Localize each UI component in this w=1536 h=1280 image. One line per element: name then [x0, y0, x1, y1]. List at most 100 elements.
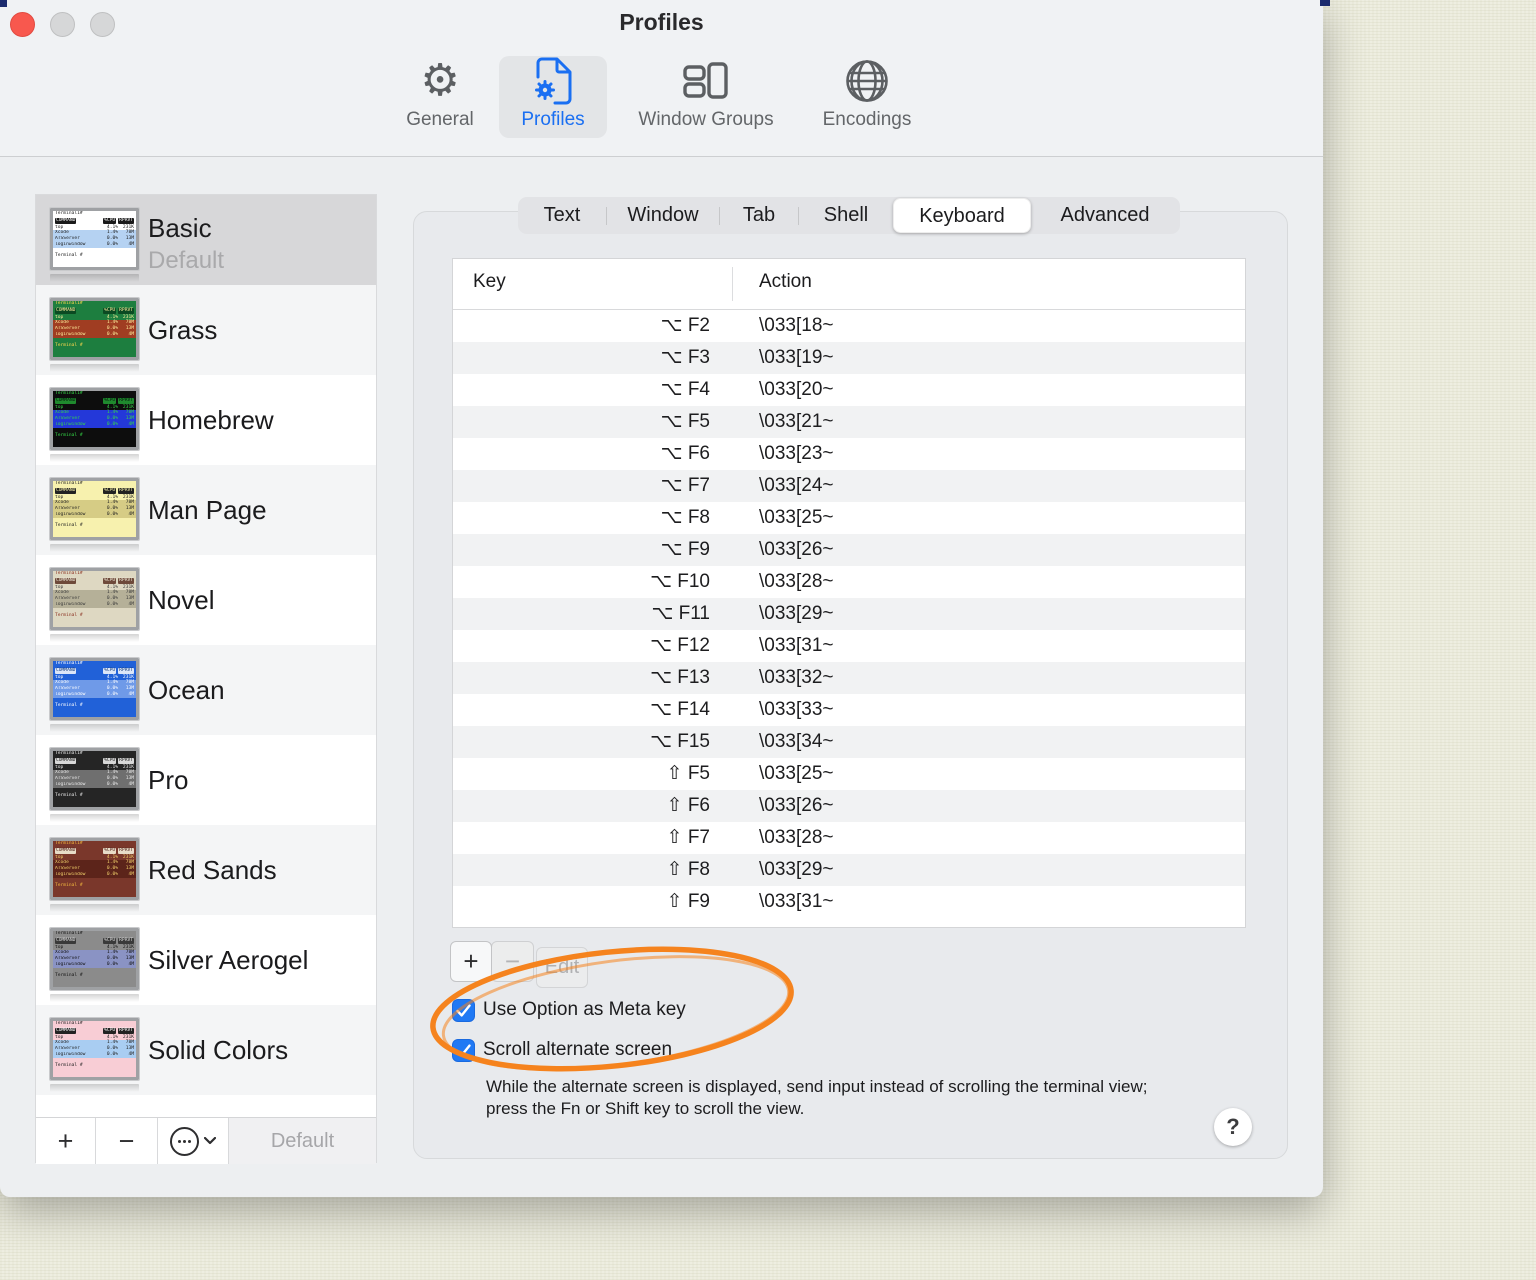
thumbnail-reflection: [50, 724, 139, 732]
thumbnail-reflection: [50, 814, 139, 822]
key-cell: ⌥ F14: [650, 699, 710, 720]
profile-row-ocean[interactable]: Terminal1# COMMAND %CPU RPRVT top 4.1% 231K Xco…: [36, 645, 376, 735]
column-header-key[interactable]: Key: [473, 271, 506, 293]
key-mapping-row[interactable]: ⌥ F8 \033[25~: [453, 502, 1245, 534]
profile-thumbnail: Terminal1# COMMAND %CPU RPRVT top 4.1% 231K Xco…: [49, 477, 140, 541]
profile-name: Pro: [148, 765, 189, 795]
key-cell: ⌥ F15: [650, 731, 710, 752]
key-cell: ⌥ F10: [650, 571, 710, 592]
key-mapping-row[interactable]: ⌥ F15 \033[34~: [453, 726, 1245, 758]
action-cell: \033[34~: [759, 731, 834, 752]
profile-actions-menu-button[interactable]: [158, 1118, 229, 1164]
key-cell: ⇧ F5: [666, 763, 710, 784]
thumbnail-reflection: [50, 544, 139, 552]
profile-row-homebrew[interactable]: Terminal1# COMMAND %CPU RPRVT top 4.1% 231K Xco…: [36, 375, 376, 465]
profile-tabs: Text Window Tab Shell Keyboard Advanced: [518, 197, 1180, 234]
key-mapping-row[interactable]: ⇧ F8 \033[29~: [453, 854, 1245, 886]
help-button[interactable]: ?: [1214, 1108, 1252, 1146]
tab-advanced[interactable]: Advanced: [1031, 197, 1179, 234]
profile-thumbnail: Terminal1# COMMAND %CPU RPRVT top 4.1% 231K Xco…: [49, 837, 140, 901]
action-cell: \033[28~: [759, 827, 834, 848]
thumbnail-reflection: [50, 634, 139, 642]
profile-thumbnail: Terminal1# COMMAND %CPU RPRVT top 4.1% 231K Xco…: [49, 747, 140, 811]
profile-thumbnail: Terminal1# COMMAND %CPU RPRVT top 4.1% 231K Xco…: [49, 297, 140, 361]
key-mapping-row[interactable]: ⌥ F6 \033[23~: [453, 438, 1245, 470]
tab-tab[interactable]: Tab: [720, 197, 798, 234]
tab-text[interactable]: Text: [518, 197, 606, 234]
key-mapping-row[interactable]: ⇧ F9 \033[31~: [453, 886, 1245, 918]
add-profile-button[interactable]: +: [36, 1118, 96, 1164]
action-cell: \033[19~: [759, 347, 834, 368]
key-mapping-row[interactable]: ⌥ F9 \033[26~: [453, 534, 1245, 566]
remove-key-button[interactable]: −: [491, 941, 534, 982]
profile-name: Man Page: [148, 495, 267, 525]
key-mapping-row[interactable]: ⇧ F7 \033[28~: [453, 822, 1245, 854]
profile-row-man-page[interactable]: Terminal1# COMMAND %CPU RPRVT top 4.1% 231K Xco…: [36, 465, 376, 555]
key-mapping-row[interactable]: ⌥ F10 \033[28~: [453, 566, 1245, 598]
profile-name: Novel: [148, 585, 215, 615]
tab-keyboard[interactable]: Keyboard: [893, 198, 1031, 233]
key-mapping-row[interactable]: ⌥ F3 \033[19~: [453, 342, 1245, 374]
toolbar-item-general[interactable]: ⚙ General: [395, 56, 485, 138]
profile-row-novel[interactable]: Terminal1# COMMAND %CPU RPRVT top 4.1% 231K Xco…: [36, 555, 376, 645]
window-title: Profiles: [619, 9, 704, 35]
profile-row-red-sands[interactable]: Terminal1# COMMAND %CPU RPRVT top 4.1% 231K Xco…: [36, 825, 376, 915]
edit-key-button[interactable]: Edit: [536, 947, 588, 988]
key-mappings-table[interactable]: Key Action ⌥ F2 \033[18~ ⌥ F3 \033[19~ ⌥ F4 \…: [452, 258, 1246, 928]
profile-thumbnail: Terminal1# COMMAND %CPU RPRVT top 4.1% 231K Xco…: [49, 657, 140, 721]
tab-shell[interactable]: Shell: [799, 197, 893, 234]
remove-profile-button[interactable]: −: [96, 1118, 158, 1164]
ellipsis-circle-icon: [170, 1126, 199, 1156]
add-key-button[interactable]: +: [450, 941, 492, 982]
key-mapping-row[interactable]: ⇧ F5 \033[25~: [453, 758, 1245, 790]
profile-row-pro[interactable]: Terminal1# COMMAND %CPU RPRVT top 4.1% 231K Xco…: [36, 735, 376, 825]
profile-thumbnail: Terminal1# COMMAND %CPU RPRVT top 4.1% 231K Xco…: [49, 387, 140, 451]
tab-window[interactable]: Window: [607, 197, 719, 234]
action-cell: \033[28~: [759, 571, 834, 592]
key-mapping-row[interactable]: ⌥ F12 \033[31~: [453, 630, 1245, 662]
action-cell: \033[20~: [759, 379, 834, 400]
toolbar-item-label: Encodings: [822, 109, 912, 130]
key-cell: ⌥ F7: [660, 475, 710, 496]
table-header: Key Action: [453, 259, 1245, 310]
globe-icon: [811, 56, 923, 106]
action-cell: \033[29~: [759, 603, 834, 624]
scroll-alternate-screen-checkbox-row[interactable]: Scroll alternate screen: [452, 1038, 672, 1062]
annotation-corner-mark: [0, 0, 7, 7]
key-cell: ⌥ F8: [660, 507, 710, 528]
column-header-action[interactable]: Action: [759, 271, 812, 293]
checkbox-checked-icon[interactable]: [452, 998, 475, 1022]
checkbox-checked-icon[interactable]: [452, 1038, 475, 1062]
profile-row-grass[interactable]: Terminal1# COMMAND %CPU RPRVT top 4.1% 231K Xco…: [36, 285, 376, 375]
action-cell: \033[24~: [759, 475, 834, 496]
toolbar-item-window-groups[interactable]: Window Groups: [625, 56, 787, 138]
checkbox-label: Scroll alternate screen: [483, 1039, 673, 1060]
set-default-button[interactable]: Default: [229, 1118, 376, 1164]
toolbar-item-label: Window Groups: [638, 109, 774, 130]
key-mapping-row[interactable]: ⌥ F13 \033[32~: [453, 662, 1245, 694]
key-mapping-row[interactable]: ⌥ F4 \033[20~: [453, 374, 1245, 406]
profile-list: Terminal1# COMMAND %CPU RPRVT top 4.1% 231K Xco…: [35, 194, 377, 1164]
profile-row-silver-aerogel[interactable]: Terminal1# COMMAND %CPU RPRVT top 4.1% 231K Xco…: [36, 915, 376, 1005]
key-cell: ⇧ F6: [666, 795, 710, 816]
thumbnail-reflection: [50, 364, 139, 372]
key-mapping-row[interactable]: ⌥ F2 \033[18~: [453, 310, 1245, 342]
key-mapping-row[interactable]: ⌥ F5 \033[21~: [453, 406, 1245, 438]
profile-thumbnail: Terminal1# COMMAND %CPU RPRVT top 4.1% 231K Xco…: [49, 1017, 140, 1081]
chevron-down-icon: [204, 1137, 216, 1145]
column-separator[interactable]: [732, 267, 733, 301]
profile-row-basic[interactable]: Terminal1# COMMAND %CPU RPRVT top 4.1% 231K Xco…: [36, 195, 376, 285]
key-mapping-row[interactable]: ⌥ F11 \033[29~: [453, 598, 1245, 630]
key-mapping-row[interactable]: ⌥ F14 \033[33~: [453, 694, 1245, 726]
profile-thumbnail: Terminal1# COMMAND %CPU RPRVT top 4.1% 231K Xco…: [49, 927, 140, 991]
thumbnail-reflection: [50, 994, 139, 1002]
use-option-as-meta-key-checkbox-row[interactable]: Use Option as Meta key: [452, 998, 686, 1022]
key-cell: ⌥ F12: [650, 635, 710, 656]
action-cell: \033[31~: [759, 635, 834, 656]
toolbar-item-encodings[interactable]: Encodings: [811, 56, 923, 138]
key-mapping-row[interactable]: ⌥ F7 \033[24~: [453, 470, 1245, 502]
key-mapping-row[interactable]: ⇧ F6 \033[26~: [453, 790, 1245, 822]
toolbar-item-profiles[interactable]: Profiles: [499, 56, 607, 138]
thumbnail-reflection: [50, 1084, 139, 1092]
profile-row-solid-colors[interactable]: Terminal1# COMMAND %CPU RPRVT top 4.1% 231K Xco…: [36, 1005, 376, 1095]
